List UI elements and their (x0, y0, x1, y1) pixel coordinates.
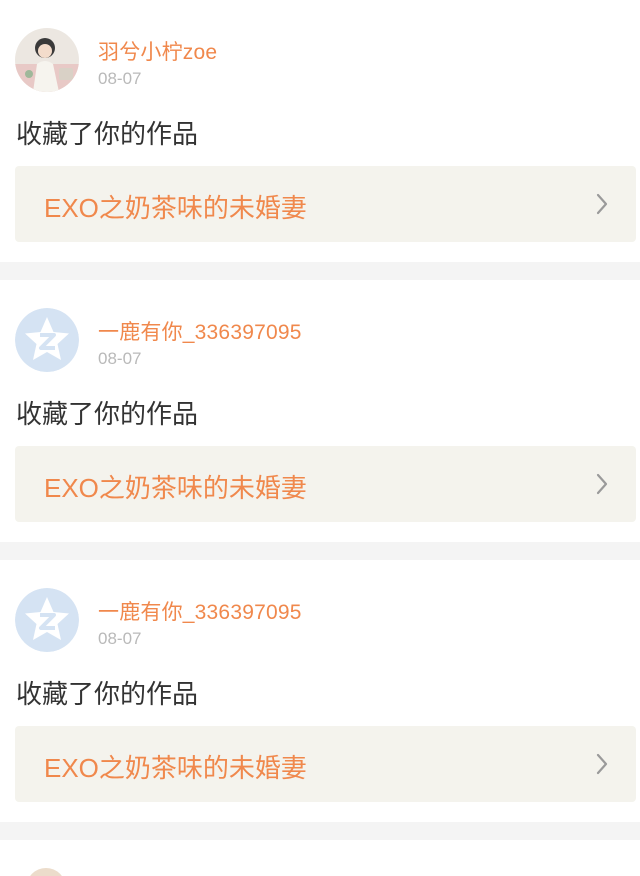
timestamp: 08-07 (98, 629, 142, 648)
work-title: EXO之奶茶味的未婚妻 (44, 753, 307, 783)
username-link[interactable]: 一鹿有你_336397095 (98, 316, 302, 346)
timestamp: 08-07 (98, 69, 142, 88)
action-text: 收藏了你的作品 (16, 119, 199, 149)
notification-card-partial (0, 840, 640, 876)
chevron-right-icon (596, 753, 608, 775)
work-link-card[interactable]: EXO之奶茶味的未婚妻 (15, 446, 636, 522)
notification-card: 一鹿有你_336397095 08-07 收藏了你的作品 EXO之奶茶味的未婚妻 (0, 560, 640, 822)
username-link[interactable]: 一鹿有你_336397095 (98, 596, 302, 626)
work-link-card[interactable]: EXO之奶茶味的未婚妻 (15, 166, 636, 242)
notification-card: 羽兮小柠zoe 08-07 收藏了你的作品 EXO之奶茶味的未婚妻 (0, 0, 640, 262)
work-title: EXO之奶茶味的未婚妻 (44, 473, 307, 503)
chevron-right-icon (596, 473, 608, 495)
notification-card: 一鹿有你_336397095 08-07 收藏了你的作品 EXO之奶茶味的未婚妻 (0, 280, 640, 542)
default-qzone-avatar-icon[interactable] (15, 308, 79, 372)
timestamp: 08-07 (98, 349, 142, 368)
work-link-card[interactable]: EXO之奶茶味的未婚妻 (15, 726, 636, 802)
chevron-right-icon (596, 193, 608, 215)
notification-feed: 羽兮小柠zoe 08-07 收藏了你的作品 EXO之奶茶味的未婚妻 一鹿有你_3… (0, 0, 640, 876)
action-text: 收藏了你的作品 (16, 679, 199, 709)
username-link[interactable]: 羽兮小柠zoe (98, 36, 217, 66)
default-qzone-avatar-icon[interactable] (15, 588, 79, 652)
user-avatar-icon[interactable] (26, 868, 66, 876)
user-avatar-photo-icon[interactable] (15, 28, 79, 92)
action-text: 收藏了你的作品 (16, 399, 199, 429)
work-title: EXO之奶茶味的未婚妻 (44, 193, 307, 223)
